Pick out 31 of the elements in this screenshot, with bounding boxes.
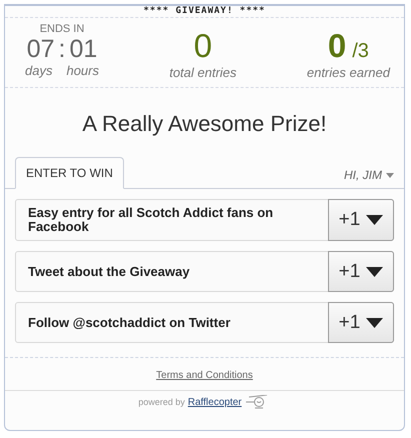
days-label: days <box>25 63 52 79</box>
brand-link[interactable]: Rafflecopter <box>188 396 242 408</box>
entry-label: Follow @scotchaddict on Twitter <box>27 314 232 332</box>
entries-earned-label: entries earned <box>306 65 390 81</box>
hours-count: 01 <box>69 35 98 63</box>
powered-by-text: powered by <box>138 397 185 407</box>
caret-icon <box>366 266 384 276</box>
entry-label: Easy entry for all Scotch Addict fans on Facebook <box>27 204 274 236</box>
entry-option[interactable]: Tweet about the Giveaway +1 <box>15 251 394 292</box>
terms-link[interactable]: Terms and Conditions <box>156 370 253 381</box>
points-button[interactable]: +1 <box>328 251 394 292</box>
giveaway-banner: **** GIVEAWAY! **** <box>5 6 404 18</box>
days-count: 07 <box>26 35 55 63</box>
tab[interactable]: ENTER TO WIN <box>15 157 124 189</box>
total-entries-label: total entries <box>169 65 237 81</box>
entries-earned-count: 0 <box>328 27 346 65</box>
entry-label: Tweet about the Giveaway <box>27 262 191 281</box>
ends-in-label: ENDS IN <box>40 23 84 35</box>
hours-label: hours <box>66 63 99 79</box>
points-button[interactable]: +1 <box>328 199 394 241</box>
prize-title: A Really Awesome Prize! <box>81 110 328 138</box>
points-button[interactable]: +1 <box>328 302 394 343</box>
total-entries-count: 0 <box>194 27 212 65</box>
user-menu[interactable]: HI, JIM <box>344 168 394 188</box>
caret-icon <box>386 172 394 178</box>
caret-icon <box>366 215 384 225</box>
entries-total: /3 <box>352 40 369 63</box>
caret-icon <box>366 318 384 328</box>
entry-option[interactable]: Follow @scotchaddict on Twitter +1 <box>15 302 394 343</box>
entry-option[interactable]: Easy entry for all Scotch Addict fans on Facebook +1 <box>15 199 394 241</box>
separator: : <box>58 35 66 63</box>
